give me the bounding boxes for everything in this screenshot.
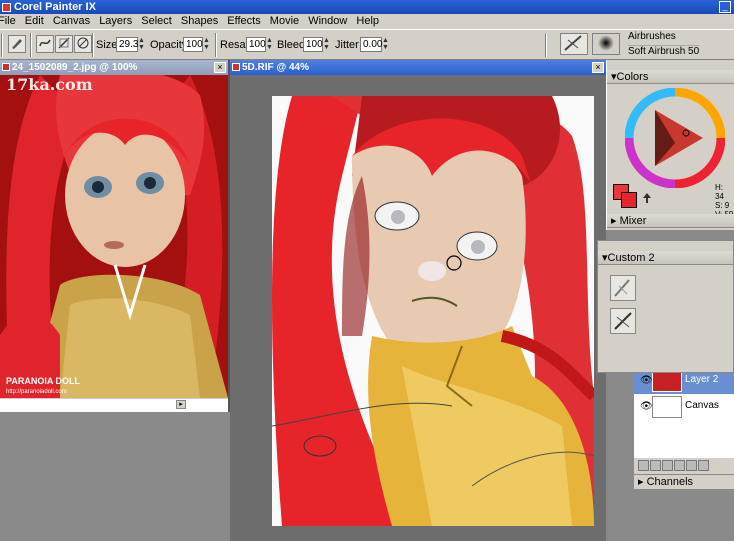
layer-attributes-icon[interactable] — [650, 460, 661, 471]
painting-window-title-bar: 5D.RIF @ 44% — [230, 60, 606, 75]
brush-selector[interactable]: Airbrushes Soft Airbrush 50 — [628, 31, 700, 58]
brush-variant: Soft Airbrush 50 — [628, 45, 700, 57]
menu-movie[interactable]: Movie — [268, 14, 303, 29]
separator — [30, 33, 32, 57]
delete-layer-icon[interactable] — [698, 460, 709, 471]
menu-canvas[interactable]: Canvas — [51, 14, 94, 29]
additional-color-swatch[interactable] — [621, 192, 637, 208]
custom-palette: ▾Custom 2 — [597, 240, 734, 373]
custom-palette-header[interactable]: ▾Custom 2 — [598, 251, 733, 265]
brush-category-icon[interactable] — [560, 33, 588, 55]
clone-color-icon[interactable] — [641, 192, 653, 204]
resat-stepper[interactable]: ▲ ▼ — [266, 37, 273, 52]
grip — [1, 33, 3, 57]
menu-file[interactable]: File — [0, 14, 20, 29]
reference-document-window: 24_1502089_2.jpg @ 100% × 17ka.com PARAN… — [0, 60, 230, 412]
menu-window[interactable]: Window — [306, 14, 351, 29]
bleed-field[interactable]: 100 — [303, 37, 323, 52]
expand-triangle-icon: ▸ — [638, 476, 647, 488]
layer-2-thumbnail — [652, 370, 682, 392]
jitter-stepper[interactable]: ▲ ▼ — [382, 37, 389, 52]
layers-panel: 👁 Layer 2 👁 Canvas — [634, 368, 734, 478]
brush-variant-dab-icon[interactable] — [592, 33, 620, 55]
painting-document-window: 5D.RIF @ 44% × — [230, 60, 606, 541]
layer-2-name: Layer 2 — [685, 374, 719, 385]
menu-select[interactable]: Select — [139, 14, 176, 29]
reference-photo: 17ka.com PARANOIA DOLL http://paranoiado… — [0, 75, 228, 398]
separator — [92, 33, 94, 57]
canvas-layer-name: Canvas — [685, 400, 719, 411]
horizontal-scrollbar[interactable]: ▸ — [0, 398, 228, 410]
brand-url-text: http://paranoiadoll.com — [6, 389, 67, 395]
new-layer-mask-icon[interactable] — [674, 460, 685, 471]
custom-brush-2-icon[interactable] — [610, 308, 636, 334]
eye-icon[interactable]: 👁 — [640, 401, 653, 412]
app-title-bar: Corel Painter IX — [0, 0, 734, 14]
jitter-label: Jitter: — [335, 39, 362, 51]
expand-triangle-icon: ▸ — [611, 215, 620, 227]
menu-shapes[interactable]: Shapes — [179, 14, 222, 29]
dynamic-plugins-icon[interactable] — [662, 460, 673, 471]
app-icon — [2, 2, 11, 12]
menu-effects[interactable]: Effects — [225, 14, 264, 29]
resat-field[interactable]: 100 — [246, 37, 266, 52]
reference-window-close-button[interactable]: × — [214, 62, 226, 73]
size-field[interactable]: 29.3 — [116, 37, 138, 52]
menu-layers[interactable]: Layers — [97, 14, 136, 29]
document-icon — [2, 63, 10, 71]
painting-window-close-button[interactable]: × — [592, 62, 604, 73]
painting-canvas[interactable] — [272, 96, 594, 526]
watermark-text: 17ka.com — [6, 75, 93, 94]
colors-panel-header[interactable]: ▾Colors — [607, 70, 734, 84]
custom-brush-1-icon[interactable] — [610, 275, 636, 301]
document-icon — [232, 63, 240, 71]
jitter-field[interactable]: 0.00 — [360, 37, 382, 52]
colors-panel: ▾Colors H: 34 S: 9 V: 59 ▸ Mixer — [606, 60, 734, 230]
scroll-right-arrow-icon[interactable]: ▸ — [176, 400, 186, 409]
custom-palette-title: Custom 2 — [607, 252, 655, 264]
new-layer-icon[interactable] — [686, 460, 697, 471]
layers-empty-area — [634, 420, 734, 458]
hue-readout: H: 34 — [715, 183, 724, 201]
opacity-field[interactable]: 100 — [183, 37, 203, 52]
layer-row-canvas[interactable]: 👁 Canvas — [634, 394, 734, 420]
opacity-stepper[interactable]: ▲ ▼ — [203, 37, 210, 52]
reset-tool-icon[interactable] — [74, 35, 92, 53]
minimize-button[interactable]: _ — [719, 1, 731, 13]
color-wheel[interactable] — [625, 88, 725, 188]
saturation-readout: S: 9 — [715, 201, 730, 210]
channels-panel-title: Channels — [646, 476, 694, 488]
reference-window-title-bar: 24_1502089_2.jpg @ 100% — [0, 60, 228, 75]
app-title: Corel Painter IX — [14, 1, 96, 13]
property-bar: Size: 29.3 ▲ ▼ Opacity: 100 ▲ ▼ Resat: 100… — [0, 29, 734, 60]
menu-help[interactable]: Help — [354, 14, 383, 29]
painting-window-title: 5D.RIF @ 44% — [242, 62, 309, 73]
brush-category: Airbrushes — [628, 31, 676, 42]
brush-tool-icon[interactable] — [8, 35, 26, 53]
reference-window-title: 24_1502089_2.jpg @ 100% — [12, 62, 138, 73]
separator — [545, 33, 547, 57]
canvas-thumbnail — [652, 396, 682, 418]
size-stepper[interactable]: ▲ ▼ — [138, 37, 145, 52]
straight-line-icon[interactable] — [55, 35, 73, 53]
colors-panel-title: Colors — [616, 71, 649, 83]
mixer-panel-title: Mixer — [619, 215, 647, 227]
freehand-stroke-icon[interactable] — [36, 35, 54, 53]
menu-edit[interactable]: Edit — [23, 14, 48, 29]
channels-panel-header[interactable]: ▸ Channels — [634, 474, 734, 489]
separator — [215, 33, 217, 57]
layer-commands-bar — [638, 460, 732, 472]
menu-bar: File Edit Canvas Layers Select Shapes Ef… — [0, 14, 734, 29]
layer-adjuster-icon[interactable] — [638, 460, 649, 471]
bleed-stepper[interactable]: ▲ ▼ — [323, 37, 330, 52]
eye-icon[interactable]: 👁 — [640, 375, 653, 386]
mixer-panel-header[interactable]: ▸ Mixer — [607, 214, 734, 228]
brand-text: PARANOIA DOLL — [6, 376, 80, 386]
